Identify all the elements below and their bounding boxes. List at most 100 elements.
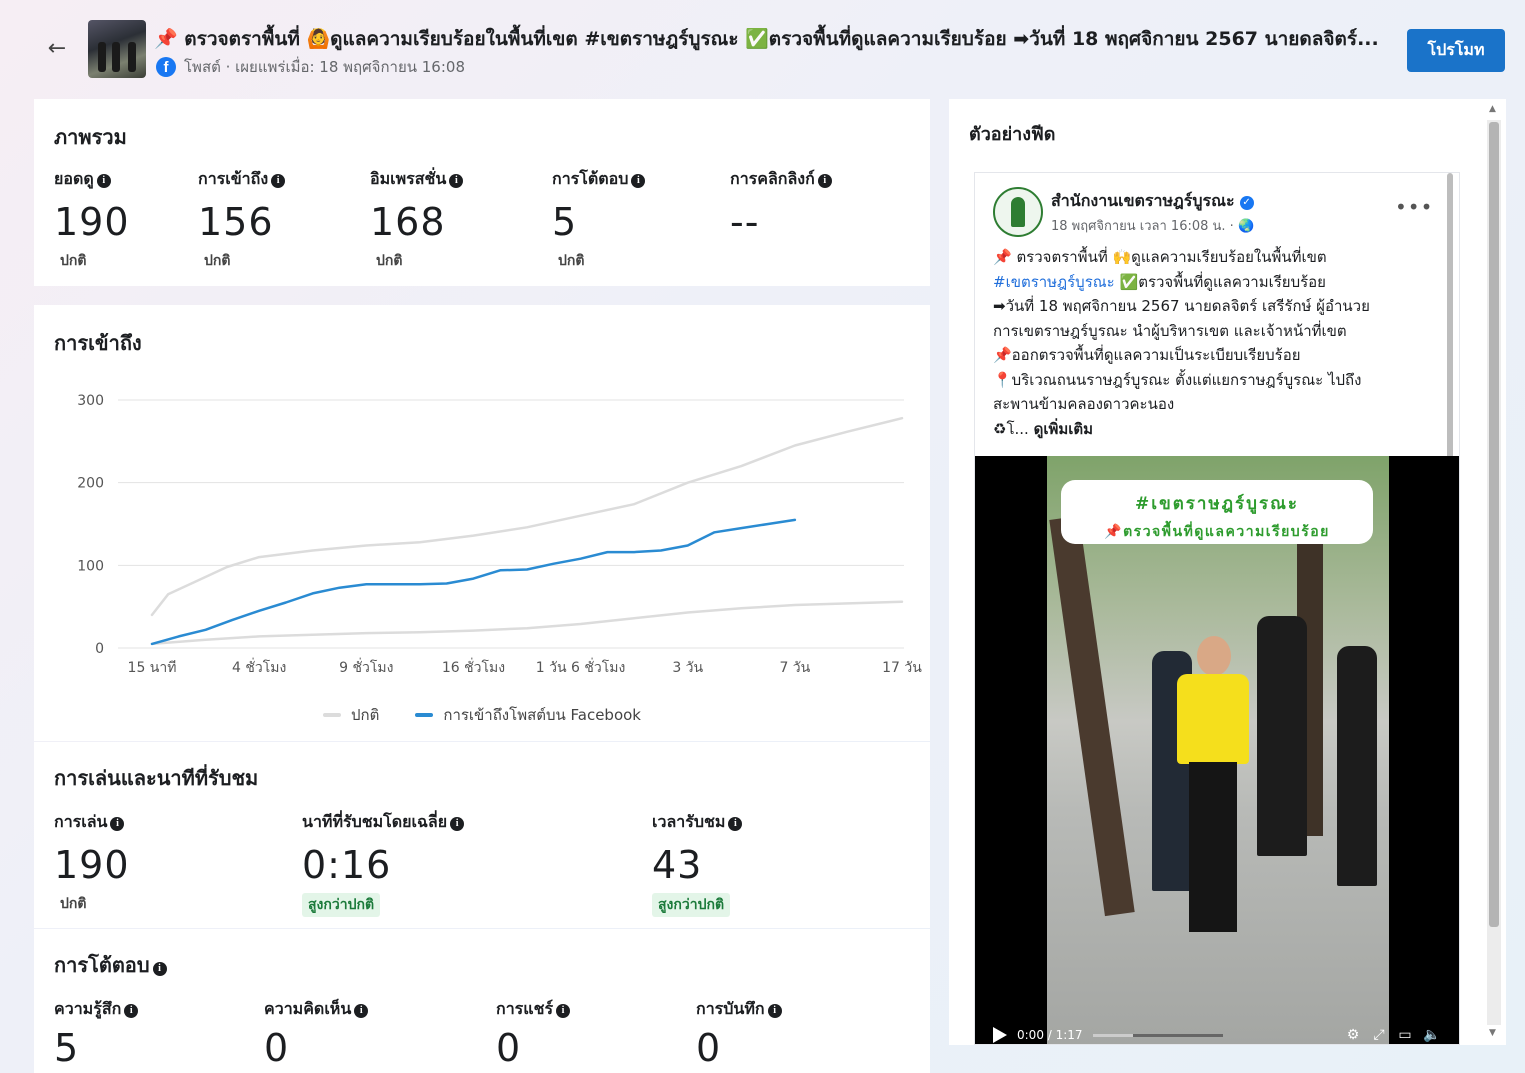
arrow-left-icon[interactable]: ←	[44, 36, 70, 62]
post-meta-text: โพสต์ · เผยแพร่เมื่อ: 18 พฤศจิกายน 16:08	[184, 58, 465, 76]
post-line: สะพานข้ามคลองดาวคะนอง	[993, 395, 1175, 413]
info-icon[interactable]: i	[354, 1004, 369, 1018]
info-icon[interactable]: i	[767, 1004, 782, 1018]
metric-value: 190	[54, 843, 130, 887]
metric-sub: ปกติ	[60, 896, 87, 912]
fullscreen-icon[interactable]: ⤢	[1371, 1027, 1387, 1043]
reach-panel: การเข้าถึง 300 200 100 0 15 นาที 4 ชั่วโมง 9 ช…	[34, 305, 930, 741]
settings-gear-icon[interactable]: ⚙	[1345, 1027, 1361, 1043]
metric-value: 5	[552, 200, 578, 244]
promote-button[interactable]: โปรโมท	[1407, 29, 1505, 72]
post-header: ← 📌 ตรวจตราพื้นที่ 🙆ดูแลความเรียบร้อยในพ…	[0, 0, 1525, 96]
verified-badge-icon: ✓	[1239, 196, 1254, 210]
legend-swatch-normal	[323, 713, 341, 717]
metric-label: นาทีที่รับชมโดยเฉลี่ย	[302, 812, 448, 831]
video-progress-bar[interactable]	[1092, 1033, 1223, 1037]
play-icon[interactable]	[993, 1027, 1007, 1043]
metric-views: ยอดดู i 190 ปกติ	[54, 167, 130, 272]
info-icon[interactable]: i	[449, 174, 464, 188]
page-avatar[interactable]	[993, 187, 1043, 237]
post-line: ➡วันที่ 18 พฤศจิกายน 2567 นายดลจิตร์ เสร…	[993, 297, 1370, 315]
post-line: #เขตราษฎร์บูรณะ ✅ตรวจพื้นที่ดูแลความเรีย…	[993, 272, 1326, 291]
metric-label: การคลิกลิงก์	[730, 169, 815, 188]
metric-label: อิมเพรสชั่น	[370, 169, 447, 188]
metric-label: ความคิดเห็น	[264, 999, 352, 1018]
mute-icon[interactable]: 🔈	[1423, 1027, 1440, 1043]
y-tick-label: 300	[77, 393, 104, 409]
see-more-link[interactable]: ดูเพิ่มเติม	[1034, 420, 1093, 438]
metric-saves: การบันทึก i 0	[696, 997, 782, 1070]
metric-sub: ปกติ	[558, 253, 585, 269]
info-icon[interactable]: i	[728, 817, 743, 831]
post-line: 📌ออกตรวจพื้นที่ดูแลความเป็นระเบียบเรียบร…	[993, 346, 1301, 364]
metric-label: การบันทึก	[696, 999, 765, 1018]
metric-sub: ปกติ	[204, 253, 231, 269]
metric-plays: การเล่น i 190 ปกติ	[54, 810, 130, 915]
metric-value: 156	[198, 200, 274, 244]
video-banner-hashtag: #เขตราษฎร์บูรณะ	[1135, 494, 1299, 514]
info-icon[interactable]: i	[110, 817, 125, 831]
chart-legend: ปกติ การเข้าถึงโพสต์บน Facebook	[34, 703, 930, 727]
metric-sub: ปกติ	[60, 253, 87, 269]
page-name[interactable]: สำนักงานเขตราษฎร์บูรณะ	[1051, 191, 1235, 210]
x-tick-label: 4 ชั่วโมง	[232, 658, 286, 676]
legend-swatch-facebook-reach	[415, 713, 434, 717]
metric-shares: การแชร์ i 0	[496, 997, 571, 1070]
metric-link-clicks: การคลิกลิงก์ i --	[730, 167, 832, 244]
metric-value: 43	[652, 843, 703, 887]
info-icon[interactable]: i	[450, 817, 465, 831]
video-controls: 0:00 / 1:17 ⚙ ⤢ ▭ 🔈	[975, 1024, 1459, 1044]
info-icon[interactable]: i	[271, 174, 286, 188]
x-tick-label: 1 วัน 6 ชั่วโมง	[536, 658, 626, 676]
plays-title: การเล่นและนาทีที่รับชม	[54, 766, 259, 790]
metric-value: 168	[370, 200, 446, 244]
metric-value: 0	[264, 1026, 290, 1070]
x-tick-label: 7 วัน	[779, 660, 810, 676]
post-line: 📌 ตรวจตราพื้นที่ 🙌ดูแลความเรียบร้อยในพื้…	[993, 248, 1327, 266]
info-icon[interactable]: i	[631, 174, 646, 188]
more-options-icon[interactable]: •••	[1395, 195, 1433, 219]
metric-impressions: อิมเพรสชั่น i 168 ปกติ	[370, 167, 464, 272]
metric-value: 5	[54, 1026, 80, 1070]
metric-value: --	[730, 200, 760, 244]
legend-item-normal[interactable]: ปกติ	[323, 703, 379, 727]
scroll-down-icon[interactable]: ▼	[1489, 1028, 1496, 1038]
info-icon[interactable]: i	[124, 1004, 139, 1018]
info-icon[interactable]: i	[152, 962, 167, 976]
x-tick-label: 16 ชั่วโมง	[442, 658, 505, 676]
info-icon[interactable]: i	[556, 1004, 571, 1018]
post-thumbnail	[88, 20, 146, 78]
metric-value: 0	[496, 1026, 522, 1070]
metric-label: เวลารับชม	[652, 812, 726, 831]
info-icon[interactable]: i	[817, 174, 832, 188]
metric-label: การเข้าถึง	[198, 169, 269, 188]
status-badge: สูงกว่าปกติ	[302, 893, 381, 917]
reach-title: การเข้าถึง	[54, 331, 142, 355]
legend-item-facebook-reach[interactable]: การเข้าถึงโพสต์บน Facebook	[415, 703, 641, 727]
post-line: ♻โ... ดูเพิ่มเติม	[993, 419, 1093, 438]
series-line-normal-upper	[150, 416, 904, 617]
metric-value: 190	[54, 200, 130, 244]
scroll-up-icon[interactable]: ▲	[1489, 104, 1496, 114]
post-title: 📌 ตรวจตราพื้นที่ 🙆ดูแลความเรียบร้อยในพื้…	[154, 28, 1379, 50]
x-tick-label: 3 วัน	[672, 660, 703, 676]
metric-label: ยอดดู	[54, 169, 94, 188]
post-timestamp: 18 พฤศจิกายน เวลา 16:08 น. · 🌏	[1051, 219, 1255, 234]
picture-in-picture-icon[interactable]: ▭	[1397, 1027, 1413, 1043]
info-icon[interactable]: i	[96, 174, 111, 188]
y-tick-label: 200	[77, 476, 104, 492]
scrollbar-thumb[interactable]	[1489, 122, 1499, 927]
metric-avg-minutes: นาทีที่รับชมโดยเฉลี่ย i 0:16 สูงกว่าปกติ	[302, 810, 465, 917]
feed-post-card: สำนักงานเขตราษฎร์บูรณะ ✓ 18 พฤศจิกายน เวล…	[974, 172, 1460, 1045]
video-player[interactable]: #เขตราษฎร์บูรณะ 📌ตรวจพื้นที่ดูแลความเรีย…	[975, 456, 1459, 1044]
post-meta: f โพสต์ · เผยแพร่เมื่อ: 18 พฤศจิกายน 16:…	[156, 55, 465, 79]
metric-label: การโต้ตอบ	[552, 169, 629, 188]
legend-label-facebook-reach: การเข้าถึงโพสต์บน Facebook	[443, 706, 641, 724]
engagement-panel: การโต้ตอบ i ความรู้สึก i 5 ความคิดเห็น i 0 …	[34, 929, 930, 1073]
x-tick-label: 15 นาที	[128, 660, 177, 676]
hashtag-link[interactable]: #เขตราษฎร์บูรณะ	[993, 273, 1115, 291]
plays-panel: การเล่นและนาทีที่รับชม การเล่น i 190 ปกติ…	[34, 742, 930, 928]
reach-chart: 300 200 100 0 15 นาที 4 ชั่วโมง 9 ชั่วโมง 16 ชั…	[77, 393, 922, 676]
metric-value: 0	[696, 1026, 722, 1070]
y-tick-label: 100	[77, 558, 104, 574]
